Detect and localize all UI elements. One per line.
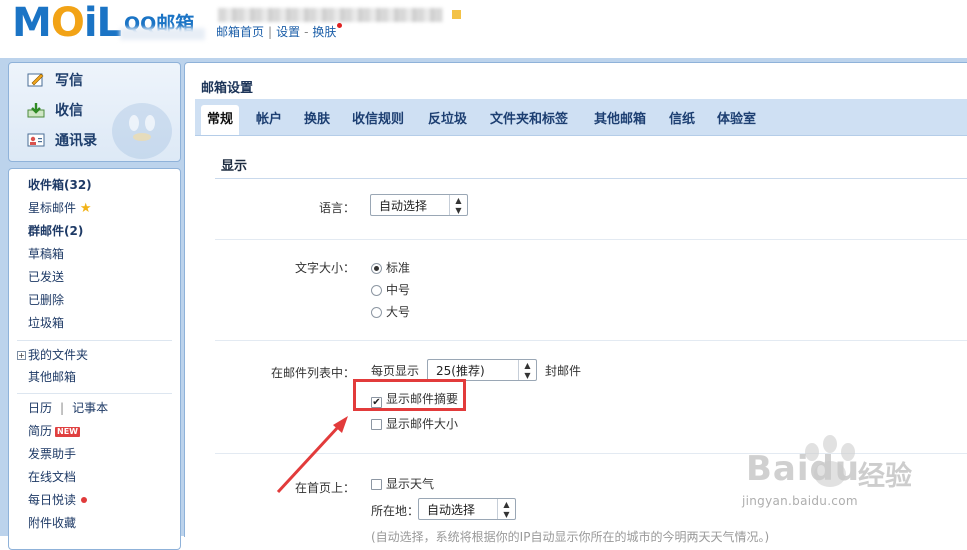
watermark-brand-part: du bbox=[809, 449, 861, 489]
watermark-brand: Baidu bbox=[746, 449, 860, 489]
watermark-url: jingyan.baidu.com bbox=[742, 494, 858, 508]
watermark-cn: 经验 bbox=[858, 461, 912, 492]
watermark-brand-part: Bai bbox=[746, 449, 810, 489]
